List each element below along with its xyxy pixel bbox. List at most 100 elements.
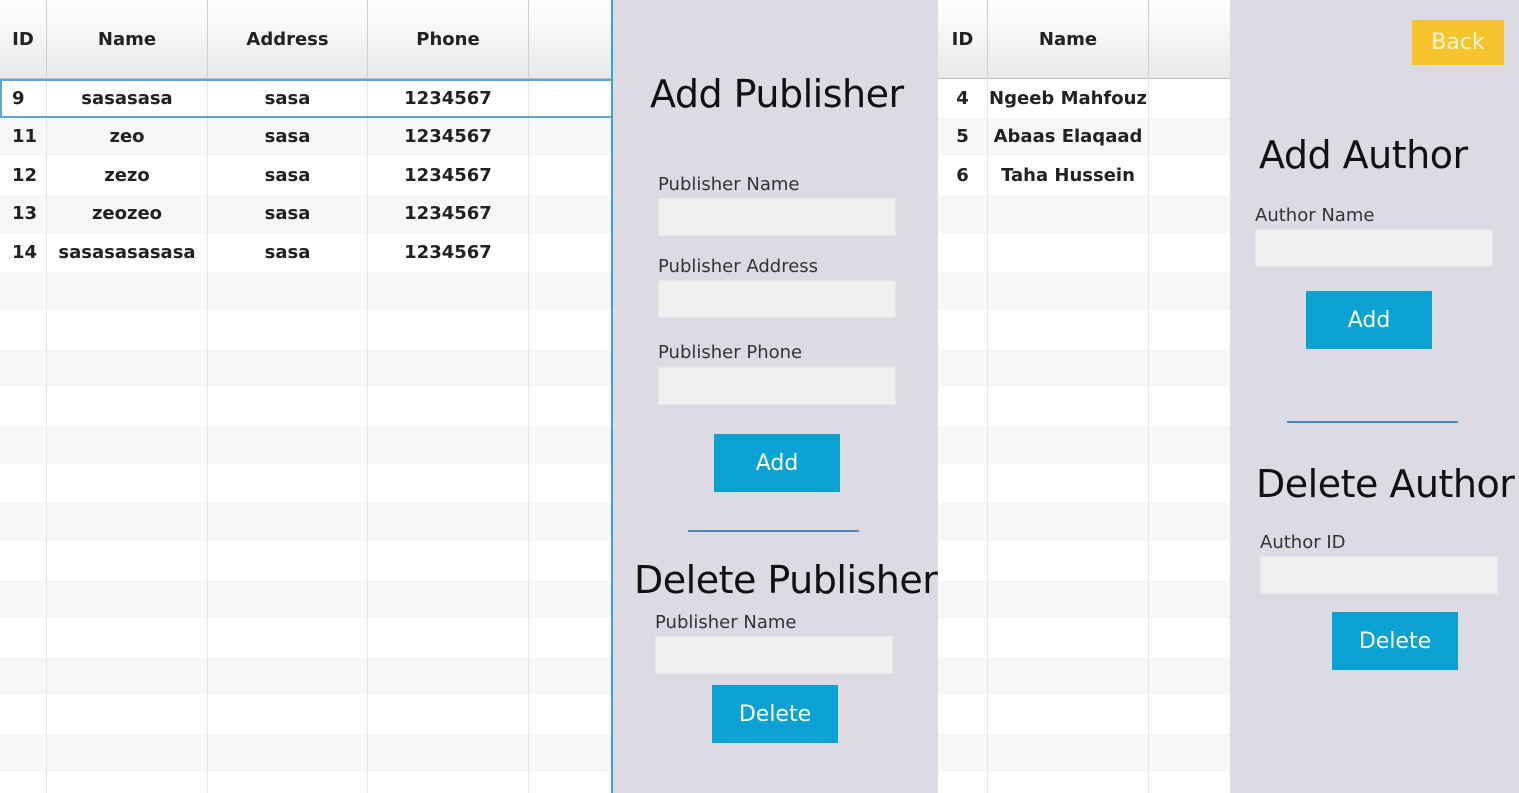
table-cell-name [988,695,1149,734]
add-publisher-title: Add Publisher [650,72,904,116]
table-cell-id [0,387,47,426]
table-cell-id [0,695,47,734]
delete-author-button[interactable]: Delete [1332,612,1458,670]
table-row[interactable]: 13 zeozeo sasa 1234567 [0,194,611,233]
table-cell-id [938,618,988,657]
column-header-phone[interactable]: Phone [368,0,529,79]
column-header-address[interactable]: Address [208,0,368,79]
table-cell-id [938,541,988,580]
table-cell-name [47,656,208,695]
table-cell-phone [368,348,529,387]
table-cell-id [0,464,47,503]
publisher-address-label: Publisher Address [658,256,819,277]
table-row[interactable]: 11 zeo sasa 1234567 [0,117,611,156]
table-cell-address [208,310,368,349]
authors-table-header: ID Name [938,0,1230,79]
table-cell-phone [368,772,529,793]
table-cell-name [47,733,208,772]
table-cell-name [988,502,1149,541]
table-cell-name [47,618,208,657]
author-id-input[interactable] [1260,556,1498,594]
table-cell-id [0,656,47,695]
table-cell-filler [529,464,611,503]
table-cell-filler [529,734,611,773]
table-cell-filler [1149,118,1230,157]
authors-table[interactable]: ID Name 4 Ngeeb Mahfouz 5 Abaas Elaqaad 6 Tah… [938,0,1230,793]
table-cell-phone [368,695,529,734]
table-cell-id [0,579,47,618]
add-author-button[interactable]: Add [1306,291,1432,349]
table-cell-phone [368,579,529,618]
column-header-name[interactable]: Name [988,0,1149,79]
table-row[interactable]: 14 sasasasasasa sasa 1234567 [0,233,611,272]
table-row[interactable]: 5 Abaas Elaqaad [938,117,1230,157]
table-cell-filler [529,349,611,388]
table-cell-name [988,772,1149,793]
add-publisher-button[interactable]: Add [714,434,840,492]
column-header-id[interactable]: ID [0,0,47,79]
table-cell-id: 11 [0,117,47,156]
delete-publisher-button[interactable]: Delete [712,685,838,743]
table-row[interactable]: 6 Taha Hussein [938,156,1230,195]
table-cell-phone: 1234567 [368,79,529,118]
empty-table-row [938,772,1230,793]
publisher-address-input[interactable] [658,280,896,318]
table-cell-address [208,579,368,618]
table-cell-id [938,425,988,464]
table-cell-filler [1149,79,1230,118]
table-cell-name: Taha Hussein [988,156,1149,195]
table-row[interactable]: 9 sasasasa sasa 1234567 [0,79,611,118]
add-author-title: Add Author [1259,133,1468,177]
table-cell-id [938,772,988,793]
column-header-filler [529,0,611,79]
table-cell-filler [1149,618,1230,657]
table-cell-filler [529,580,611,619]
empty-table-row [0,772,611,793]
table-cell-id [938,464,988,503]
table-cell-filler [529,772,611,793]
table-cell-phone [368,541,529,580]
table-cell-id [938,502,988,541]
back-button[interactable]: Back [1412,20,1504,65]
table-cell-filler [529,657,611,696]
table-row[interactable]: 12 zezo sasa 1234567 [0,156,611,195]
empty-table-row [0,464,611,503]
publisher-name-label: Publisher Name [658,174,800,195]
publisher-phone-input[interactable] [658,367,896,405]
table-cell-id [0,425,47,464]
publisher-section-divider [688,530,859,532]
table-cell-name [988,194,1149,233]
table-cell-address [208,733,368,772]
empty-table-row [0,425,611,465]
table-cell-id [938,194,988,233]
table-cell-phone [368,618,529,657]
empty-table-row [938,271,1230,310]
table-cell-filler [529,426,611,465]
table-cell-filler [529,618,611,657]
table-cell-phone: 1234567 [368,233,529,272]
table-cell-filler [1149,695,1230,734]
author-name-input[interactable] [1255,229,1493,267]
empty-table-row [0,656,611,696]
table-cell-name [47,271,208,310]
table-cell-name: sasasasa [47,79,208,118]
table-cell-name: Ngeeb Mahfouz [988,79,1149,118]
table-cell-name [988,348,1149,387]
table-cell-filler [1149,503,1230,542]
table-cell-name [988,233,1149,272]
publisher-name-input[interactable] [658,198,896,236]
table-cell-address [208,425,368,464]
table-cell-id: 12 [0,156,47,195]
empty-table-row [938,733,1230,772]
delete-publisher-name-input[interactable] [655,636,893,674]
table-cell-name: zeozeo [47,194,208,233]
table-cell-name [47,695,208,734]
empty-table-row [938,464,1230,503]
delete-publisher-title: Delete Publisher [634,558,938,602]
table-row[interactable]: 4 Ngeeb Mahfouz [938,79,1230,118]
column-header-id[interactable]: ID [938,0,988,79]
author-section-divider [1287,421,1458,423]
column-header-name[interactable]: Name [47,0,208,79]
table-cell-name: zezo [47,156,208,195]
publishers-table[interactable]: ID Name Address Phone 9 sasasasa sasa 12345… [0,0,613,793]
